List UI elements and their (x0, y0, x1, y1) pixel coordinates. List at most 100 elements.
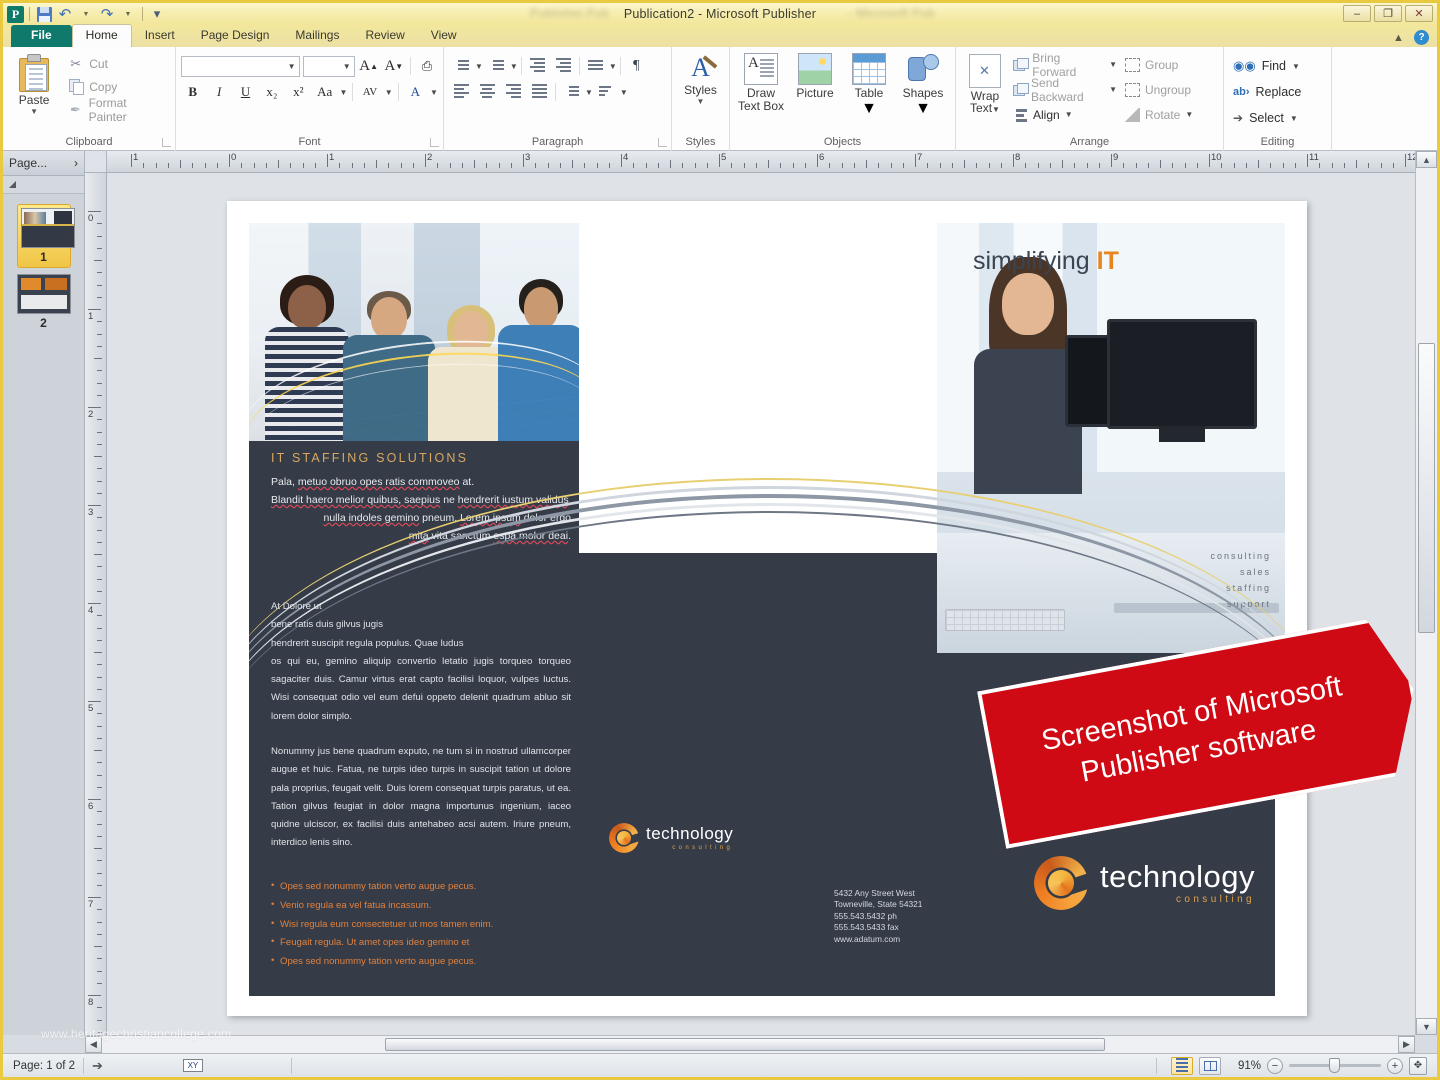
zoom-in-button[interactable]: + (1387, 1057, 1403, 1074)
draw-text-box-button[interactable]: A Draw Text Box (735, 50, 787, 135)
horizontal-scroll-thumb[interactable] (385, 1038, 1105, 1051)
select-dropdown-icon[interactable]: ▼ (1290, 114, 1298, 123)
scroll-right-arrow[interactable]: ▶ (1398, 1036, 1415, 1053)
horizontal-scrollbar[interactable]: ◀ ▶ (85, 1035, 1415, 1053)
superscript-button[interactable]: x² (287, 81, 310, 103)
font-size-input[interactable]: ▼ (302, 55, 355, 77)
styles-dropdown-icon[interactable]: ▼ (697, 97, 705, 106)
bullets-dropdown-icon[interactable]: ▼ (475, 62, 483, 71)
columns-dropdown-icon[interactable]: ▼ (609, 62, 617, 71)
restore-button[interactable]: ❐ (1374, 5, 1402, 22)
format-painter-button[interactable]: ✒ Format Painter (64, 96, 170, 124)
cut-button[interactable]: ✂ Cut (64, 53, 170, 74)
logo-center[interactable]: technology consulting (609, 823, 733, 853)
bullet-list[interactable]: Opes sed nonummy tation verto augue pecu… (271, 877, 571, 972)
align-dropdown-icon[interactable]: ▼ (1065, 110, 1073, 119)
tab-review[interactable]: Review (352, 25, 417, 47)
zoom-slider-handle[interactable] (1329, 1058, 1340, 1073)
scroll-left-arrow[interactable]: ◀ (85, 1036, 102, 1053)
collapse-triangle-icon[interactable] (9, 181, 16, 188)
shapes-dropdown-icon[interactable]: ▼ (915, 100, 931, 118)
headline-block[interactable]: IT STAFFING SOLUTIONS Pala, metuo obruo … (271, 451, 571, 545)
align-button[interactable]: Align ▼ (1013, 103, 1121, 126)
tab-mailings[interactable]: Mailings (282, 25, 352, 47)
office-photo[interactable]: simplifying IT consulting sales staffing… (937, 223, 1285, 653)
italic-button[interactable]: I (207, 81, 230, 103)
minimize-button[interactable]: – (1343, 5, 1371, 22)
font-color-button[interactable]: A (404, 81, 427, 103)
vertical-scroll-thumb[interactable] (1418, 343, 1435, 633)
page-navigator-expand-icon[interactable]: › (74, 156, 78, 170)
grow-font-button[interactable]: A ▲ (358, 55, 380, 77)
line-spacing-icon[interactable] (559, 81, 584, 103)
page-thumbnail-2[interactable]: 2 (16, 274, 71, 330)
decrease-indent-icon[interactable] (525, 55, 550, 77)
font-color-dropdown-icon[interactable]: ▼ (430, 88, 438, 97)
tab-insert[interactable]: Insert (132, 25, 188, 47)
rotate-button[interactable]: Rotate ▼ (1125, 103, 1213, 126)
align-right-icon[interactable] (501, 81, 526, 103)
bullets-icon[interactable] (449, 55, 474, 77)
logo-right[interactable]: technology consulting (1034, 856, 1255, 910)
replace-button[interactable]: ab› Replace (1233, 80, 1305, 104)
people-photo[interactable] (249, 223, 579, 441)
zoom-out-button[interactable]: − (1267, 1057, 1283, 1074)
numbering-dropdown-icon[interactable]: ▼ (510, 62, 518, 71)
chevron-down-icon[interactable]: ▼ (343, 62, 351, 71)
font-name-input[interactable]: ▼ (181, 55, 300, 77)
tab-home[interactable]: Home (71, 24, 132, 47)
font-dialog-launcher[interactable] (430, 138, 439, 147)
find-button[interactable]: ◉◉ Find ▼ (1233, 54, 1305, 78)
single-page-view-button[interactable] (1171, 1056, 1193, 1075)
bring-forward-button[interactable]: Bring Forward ▼ (1013, 51, 1121, 79)
columns-icon[interactable] (583, 55, 608, 77)
send-backward-button[interactable]: Send Backward ▼ (1013, 76, 1121, 104)
publication-page[interactable]: IT STAFFING SOLUTIONS Pala, metuo obruo … (227, 201, 1307, 1016)
scroll-up-arrow[interactable]: ▲ (1416, 151, 1437, 168)
chevron-down-icon[interactable]: ▼ (288, 62, 296, 71)
align-left-icon[interactable] (449, 81, 474, 103)
clipboard-dialog-launcher[interactable] (162, 138, 171, 147)
underline-button[interactable]: U (234, 81, 257, 103)
line-spacing-dropdown-icon[interactable]: ▼ (585, 88, 593, 97)
object-position-icon[interactable]: XY (182, 1059, 203, 1072)
horizontal-ruler[interactable]: 10123456789101112 (107, 151, 1415, 173)
table-button[interactable]: Table ▼ (843, 50, 895, 135)
two-page-spread-button[interactable] (1199, 1056, 1221, 1075)
select-button[interactable]: ➔ Select ▼ (1233, 106, 1305, 130)
shrink-font-button[interactable]: A ▼ (383, 55, 405, 77)
page-thumbnail-1[interactable]: 1 (16, 204, 75, 268)
rotate-dropdown-icon[interactable]: ▼ (1185, 110, 1193, 119)
character-spacing-button[interactable]: AV (358, 81, 381, 103)
copy-button[interactable]: Copy (64, 76, 170, 97)
styles-button[interactable]: A Styles ▼ (677, 50, 724, 135)
subscript-button[interactable]: x₂ (260, 81, 283, 103)
scroll-down-arrow[interactable]: ▼ (1416, 1018, 1437, 1035)
table-dropdown-icon[interactable]: ▼ (861, 100, 877, 118)
baseline-icon[interactable] (594, 81, 619, 103)
body-copy-1[interactable]: At Dolore ut bene ratis duis gilvus jugi… (271, 598, 571, 726)
zoom-slider[interactable] (1289, 1058, 1381, 1073)
canvas[interactable]: IT STAFFING SOLUTIONS Pala, metuo obruo … (107, 173, 1415, 1035)
address-block[interactable]: 5432 Any Street West Towneville, State 5… (834, 888, 922, 945)
find-dropdown-icon[interactable]: ▼ (1292, 62, 1300, 71)
wrap-text-button[interactable]: WrapText▼ (961, 50, 1009, 135)
fit-page-button[interactable]: ✥ (1409, 1056, 1427, 1075)
clear-formatting-icon[interactable]: ⎙ (416, 55, 438, 77)
numbering-icon[interactable] (484, 55, 509, 77)
send-backward-dropdown-icon[interactable]: ▼ (1109, 85, 1117, 94)
close-button[interactable]: ✕ (1405, 5, 1433, 22)
help-icon[interactable]: ? (1414, 30, 1429, 45)
show-marks-icon[interactable]: ¶ (624, 55, 649, 77)
vertical-ruler[interactable]: 0 1 2 3 4 5 6 7 8 (85, 173, 107, 1035)
tab-file[interactable]: File (11, 25, 72, 47)
change-case-button[interactable]: Aa (313, 81, 336, 103)
baseline-dropdown-icon[interactable]: ▼ (620, 88, 628, 97)
justify-icon[interactable] (527, 81, 552, 103)
bring-forward-dropdown-icon[interactable]: ▼ (1109, 60, 1117, 69)
paragraph-dialog-launcher[interactable] (658, 138, 667, 147)
paste-dropdown-icon[interactable]: ▼ (30, 107, 38, 116)
character-spacing-dropdown-icon[interactable]: ▼ (385, 88, 393, 97)
paste-button[interactable]: Paste ▼ (8, 50, 60, 135)
tab-view[interactable]: View (418, 25, 470, 47)
